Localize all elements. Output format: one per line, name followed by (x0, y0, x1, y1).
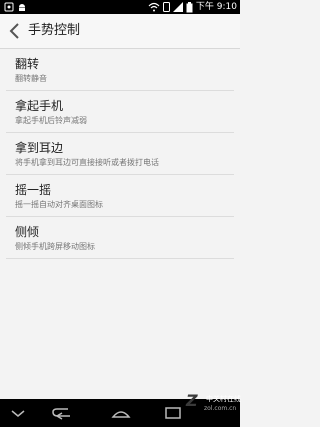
signal-icon (172, 2, 183, 12)
status-bar: 下午 9:10 (0, 0, 240, 14)
item-subtitle: 摇一摇自动对齐桌面图标 (15, 200, 103, 209)
battery-icon (186, 1, 193, 12)
list-item-tilt[interactable]: 侧倾 侧倾手机跨屏移动图标 (6, 217, 234, 259)
watermark-brand: 中关村在线 (206, 395, 241, 403)
item-subtitle: 翻转静音 (15, 74, 47, 83)
item-title: 侧倾 (15, 225, 40, 239)
item-subtitle: 将手机拿到耳边可直接接听或者拨打电话 (15, 158, 159, 167)
hide-keyboard-icon[interactable] (8, 405, 28, 421)
item-title: 翻转 (15, 57, 40, 71)
watermark-url: zol.com.cn (204, 405, 237, 412)
list-item-pick-up[interactable]: 拿起手机 拿起手机后铃声减弱 (6, 91, 234, 133)
item-title: 摇一摇 (15, 183, 52, 197)
list-item-to-ear[interactable]: 拿到耳边 将手机拿到耳边可直接接听或者拨打电话 (6, 133, 234, 175)
page-title: 手势控制 (28, 23, 81, 38)
notification-icon (4, 2, 14, 12)
item-subtitle: 侧倾手机跨屏移动图标 (15, 242, 95, 251)
sim-icon (162, 2, 170, 12)
android-icon (19, 4, 25, 11)
back-nav-icon[interactable] (50, 405, 74, 421)
status-time: 下午 9:10 (195, 2, 237, 12)
list-item-flip[interactable]: 翻转 翻转静音 (6, 49, 234, 91)
wifi-icon (148, 2, 160, 12)
app-header: 手势控制 (0, 14, 240, 49)
home-icon[interactable] (110, 405, 132, 421)
item-subtitle: 拿起手机后铃声减弱 (15, 116, 87, 125)
gesture-list: 翻转 翻转静音 拿起手机 拿起手机后铃声减弱 拿到耳边 将手机拿到耳边可直接接听… (0, 49, 240, 259)
item-title: 拿起手机 (15, 99, 64, 113)
back-arrow-icon[interactable] (8, 22, 22, 40)
item-title: 拿到耳边 (15, 141, 64, 155)
recent-apps-icon[interactable] (162, 405, 184, 421)
watermark-logo-icon: Z (186, 391, 198, 410)
list-item-shake[interactable]: 摇一摇 摇一摇自动对齐桌面图标 (6, 175, 234, 217)
watermark: Z 中关村在线 zol.com.cn (186, 389, 241, 423)
